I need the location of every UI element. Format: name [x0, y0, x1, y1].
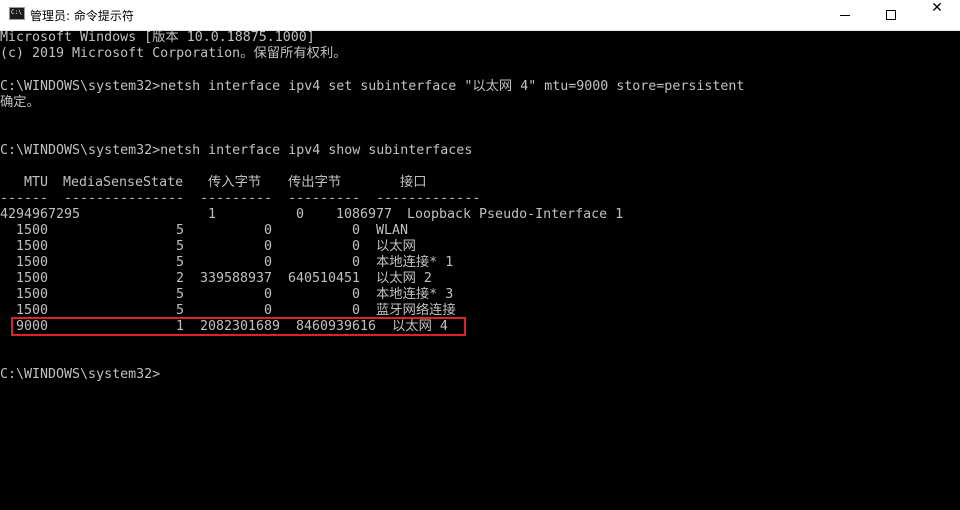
table-row-bytes-in: 0 — [296, 207, 305, 222]
maximize-button[interactable] — [868, 0, 914, 30]
title-bar[interactable]: 管理员: 命令提示符 ✕ — [0, 0, 960, 31]
header-interface: 接口 — [400, 175, 427, 190]
table-row-interface: 本地连接* 3 — [376, 287, 454, 302]
command-set-mtu: C:\WINDOWS\system32>netsh interface ipv4… — [0, 79, 745, 94]
close-icon: ✕ — [931, 0, 943, 16]
table-row-mtu: 1500 — [15, 255, 48, 270]
header-bytes-out: 传出字节 — [288, 175, 342, 190]
table-row-bytes-in: 0 — [263, 255, 272, 270]
table-row-state: 5 — [175, 255, 184, 270]
console-output[interactable]: Microsoft Windows [版本 10.0.18875.1000] (… — [0, 30, 960, 510]
minimize-icon — [840, 15, 850, 16]
table-row-bytes-out: 0 — [351, 223, 360, 238]
table-row-mtu: 1500 — [15, 239, 48, 254]
table-row-interface: 本地连接* 1 — [376, 255, 454, 270]
minimize-button[interactable] — [822, 0, 868, 30]
header-bytes-in: 传入字节 — [208, 175, 262, 190]
table-row-mtu: 1500 — [15, 223, 48, 238]
highlight-box — [11, 317, 466, 336]
table-row-bytes-in: 0 — [263, 223, 272, 238]
table-row-interface: 以太网 2 — [376, 271, 432, 286]
table-row-bytes-out: 640510451 — [287, 271, 360, 286]
table-row-mtu: 1500 — [15, 287, 48, 302]
table-row-interface: Loopback Pseudo-Interface 1 — [407, 207, 624, 222]
command-result: 确定。 — [0, 95, 40, 110]
close-button[interactable]: ✕ — [914, 0, 960, 30]
table-row-bytes-in: 0 — [263, 239, 272, 254]
table-row-state: 2 — [175, 271, 184, 286]
banner-version: Microsoft Windows [版本 10.0.18875.1000] — [0, 30, 315, 45]
command-prompt[interactable]: C:\WINDOWS\system32> — [0, 367, 160, 383]
window-title: 管理员: 命令提示符 — [30, 9, 134, 23]
table-row-bytes-in: 339588937 — [199, 271, 272, 286]
maximize-icon — [886, 10, 896, 20]
table-row-state: 5 — [175, 239, 184, 254]
header-media-sense-state: MediaSenseState — [63, 175, 184, 190]
table-row-interface: 以太网 — [376, 239, 416, 254]
table-row-state: 5 — [175, 287, 184, 302]
table-row-mtu: 1500 — [15, 271, 48, 286]
table-row-bytes-out: 1086977 — [335, 207, 392, 222]
table-row-state: 5 — [175, 223, 184, 238]
table-row-interface: WLAN — [376, 223, 409, 238]
table-row-bytes-out: 0 — [351, 239, 360, 254]
table-row-mtu: 4294967295 — [0, 207, 81, 222]
banner-copyright: (c) 2019 Microsoft Corporation。保留所有权利。 — [0, 46, 347, 61]
table-separator: ------ --------------- --------- -------… — [0, 191, 481, 206]
table-row-bytes-in: 0 — [263, 287, 272, 302]
command-show-subinterfaces: C:\WINDOWS\system32>netsh interface ipv4… — [0, 143, 473, 158]
header-mtu: MTU — [24, 175, 49, 190]
table-row-bytes-out: 0 — [351, 255, 360, 270]
table-row-bytes-out: 0 — [351, 287, 360, 302]
table-row-state: 1 — [208, 207, 217, 222]
cmd-app-icon — [9, 7, 25, 20]
